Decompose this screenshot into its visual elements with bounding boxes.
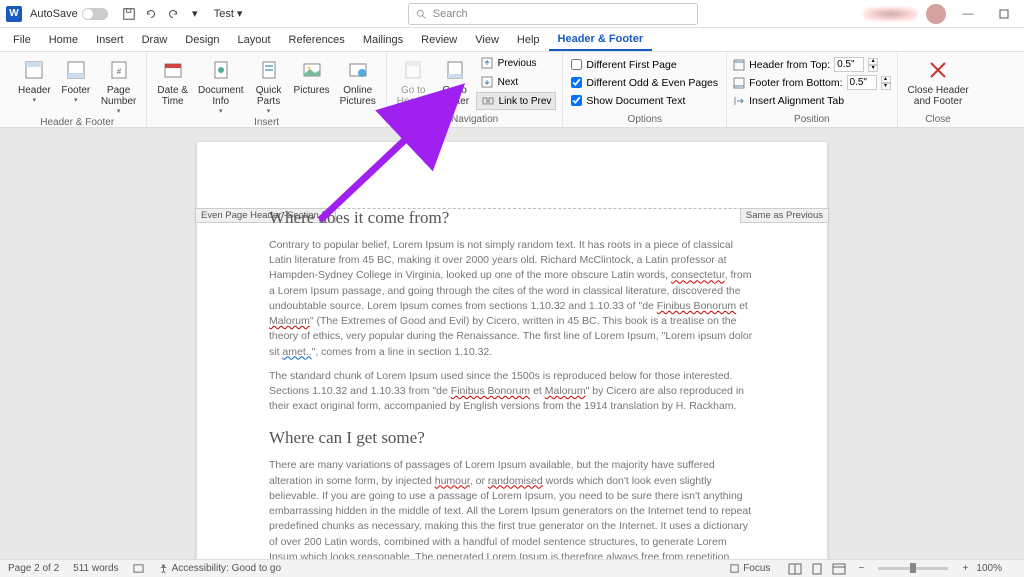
title-bar: W AutoSave ▾ Test ▾ Search — xyxy=(0,0,1024,28)
goto-footer-button[interactable]: Go to Footer xyxy=(436,54,474,109)
tab-help[interactable]: Help xyxy=(508,30,549,50)
close-header-footer-button[interactable]: Close Header and Footer xyxy=(904,54,973,109)
pictures-button[interactable]: Pictures xyxy=(290,54,334,98)
previous-button[interactable]: Previous xyxy=(476,54,557,72)
word-app-icon: W xyxy=(6,6,22,22)
tab-design[interactable]: Design xyxy=(176,30,228,50)
tab-layout[interactable]: Layout xyxy=(229,30,280,50)
document-info-button[interactable]: Document Info▾ xyxy=(194,54,248,117)
show-document-text-checkbox[interactable]: Show Document Text xyxy=(569,92,720,109)
header-button[interactable]: Header▾ xyxy=(14,54,55,106)
user-avatar[interactable] xyxy=(926,4,946,24)
undo-icon[interactable] xyxy=(140,3,162,25)
tab-review[interactable]: Review xyxy=(412,30,466,50)
status-lang-icon[interactable] xyxy=(133,563,144,574)
tab-home[interactable]: Home xyxy=(40,30,87,50)
different-first-page-checkbox[interactable]: Different First Page xyxy=(569,56,720,73)
save-icon[interactable] xyxy=(118,3,140,25)
group-navigation: Go to Header Go to Footer Previous Next … xyxy=(387,52,564,127)
quick-parts-button[interactable]: Quick Parts▾ xyxy=(250,54,288,117)
paragraph-1: Contrary to popular belief, Lorem Ipsum … xyxy=(269,238,755,360)
tab-draw[interactable]: Draw xyxy=(133,30,177,50)
status-bar: Page 2 of 2 511 words Accessibility: Goo… xyxy=(0,559,1024,577)
zoom-out-icon[interactable]: − xyxy=(850,561,872,577)
status-words[interactable]: 511 words xyxy=(73,563,118,574)
goto-header-button: Go to Header xyxy=(393,54,434,109)
focus-icon xyxy=(729,563,740,574)
header-top-spinner[interactable]: ▴▾ xyxy=(868,58,878,72)
page-number-button[interactable]: #Page Number▾ xyxy=(97,54,141,117)
group-close: Close Header and Footer Close xyxy=(898,52,979,127)
zoom-slider[interactable] xyxy=(878,567,948,570)
group-header-footer: Header▾ Footer▾ #Page Number▾ Header & F… xyxy=(8,52,147,127)
status-page[interactable]: Page 2 of 2 xyxy=(8,563,59,574)
group-options: Different First Page Different Odd & Eve… xyxy=(563,52,727,127)
group-position: Header from Top:▴▾ Footer from Bottom:▴▾… xyxy=(727,52,897,127)
tab-insert[interactable]: Insert xyxy=(87,30,133,50)
tab-mailings[interactable]: Mailings xyxy=(354,30,412,50)
view-print-icon[interactable] xyxy=(806,561,828,577)
different-odd-even-checkbox[interactable]: Different Odd & Even Pages xyxy=(569,74,720,91)
minimize-icon[interactable]: — xyxy=(954,3,982,25)
online-pictures-button[interactable]: Online Pictures xyxy=(336,54,380,109)
page-body: Where does it come from? Contrary to pop… xyxy=(269,208,755,559)
footer-bottom-input[interactable] xyxy=(847,75,877,90)
ribbon-tabs: File Home Insert Draw Design Layout Refe… xyxy=(0,28,1024,52)
view-web-icon[interactable] xyxy=(828,561,850,577)
tab-header-footer[interactable]: Header & Footer xyxy=(549,29,653,51)
autosave-toggle[interactable] xyxy=(82,8,108,20)
tab-references[interactable]: References xyxy=(280,30,354,50)
group-insert: Date & Time Document Info▾ Quick Parts▾ … xyxy=(147,52,386,127)
footer-bottom-icon xyxy=(733,77,745,89)
heading-1: Where does it come from? xyxy=(269,208,755,228)
paragraph-2: The standard chunk of Lorem Ipsum used s… xyxy=(269,369,755,415)
date-time-button[interactable]: Date & Time xyxy=(153,54,192,109)
footer-button[interactable]: Footer▾ xyxy=(57,54,95,106)
accessibility-icon xyxy=(158,563,169,574)
qat-dropdown-icon[interactable]: ▾ xyxy=(184,3,206,25)
tab-file[interactable]: File xyxy=(4,30,40,50)
restore-icon[interactable] xyxy=(990,3,1018,25)
ribbon: Header▾ Footer▾ #Page Number▾ Header & F… xyxy=(0,52,1024,128)
view-read-icon[interactable] xyxy=(784,561,806,577)
document-name[interactable]: Test ▾ xyxy=(214,7,243,20)
search-box[interactable]: Search xyxy=(408,3,698,25)
search-icon xyxy=(415,8,427,20)
header-top-icon xyxy=(733,59,745,71)
tab-view[interactable]: View xyxy=(466,30,508,50)
status-accessibility[interactable]: Accessibility: Good to go xyxy=(158,563,282,574)
redo-icon[interactable] xyxy=(162,3,184,25)
document-canvas[interactable]: Even Page Header -Section 2- Same as Pre… xyxy=(0,128,1024,559)
zoom-percent[interactable]: 100% xyxy=(976,563,1002,574)
header-from-top-row: Header from Top:▴▾ xyxy=(733,56,890,73)
insert-alignment-tab-button[interactable]: Insert Alignment Tab xyxy=(733,92,890,109)
status-focus[interactable]: Focus xyxy=(729,563,770,574)
link-to-previous-button[interactable]: Link to Prev xyxy=(476,92,557,110)
heading-2: Where can I get some? xyxy=(269,428,755,448)
next-button[interactable]: Next xyxy=(476,73,557,91)
zoom-in-icon[interactable]: + xyxy=(954,561,976,577)
footer-from-bottom-row: Footer from Bottom:▴▾ xyxy=(733,74,890,91)
autosave-label: AutoSave xyxy=(30,8,78,20)
svg-text:#: # xyxy=(116,67,121,76)
paragraph-3: There are many variations of passages of… xyxy=(269,458,755,559)
align-tab-icon xyxy=(733,95,745,107)
search-placeholder: Search xyxy=(433,8,468,20)
footer-bottom-spinner[interactable]: ▴▾ xyxy=(881,76,891,90)
page: Even Page Header -Section 2- Same as Pre… xyxy=(197,142,827,559)
user-name-blurred xyxy=(863,7,918,21)
header-top-input[interactable] xyxy=(834,57,864,72)
